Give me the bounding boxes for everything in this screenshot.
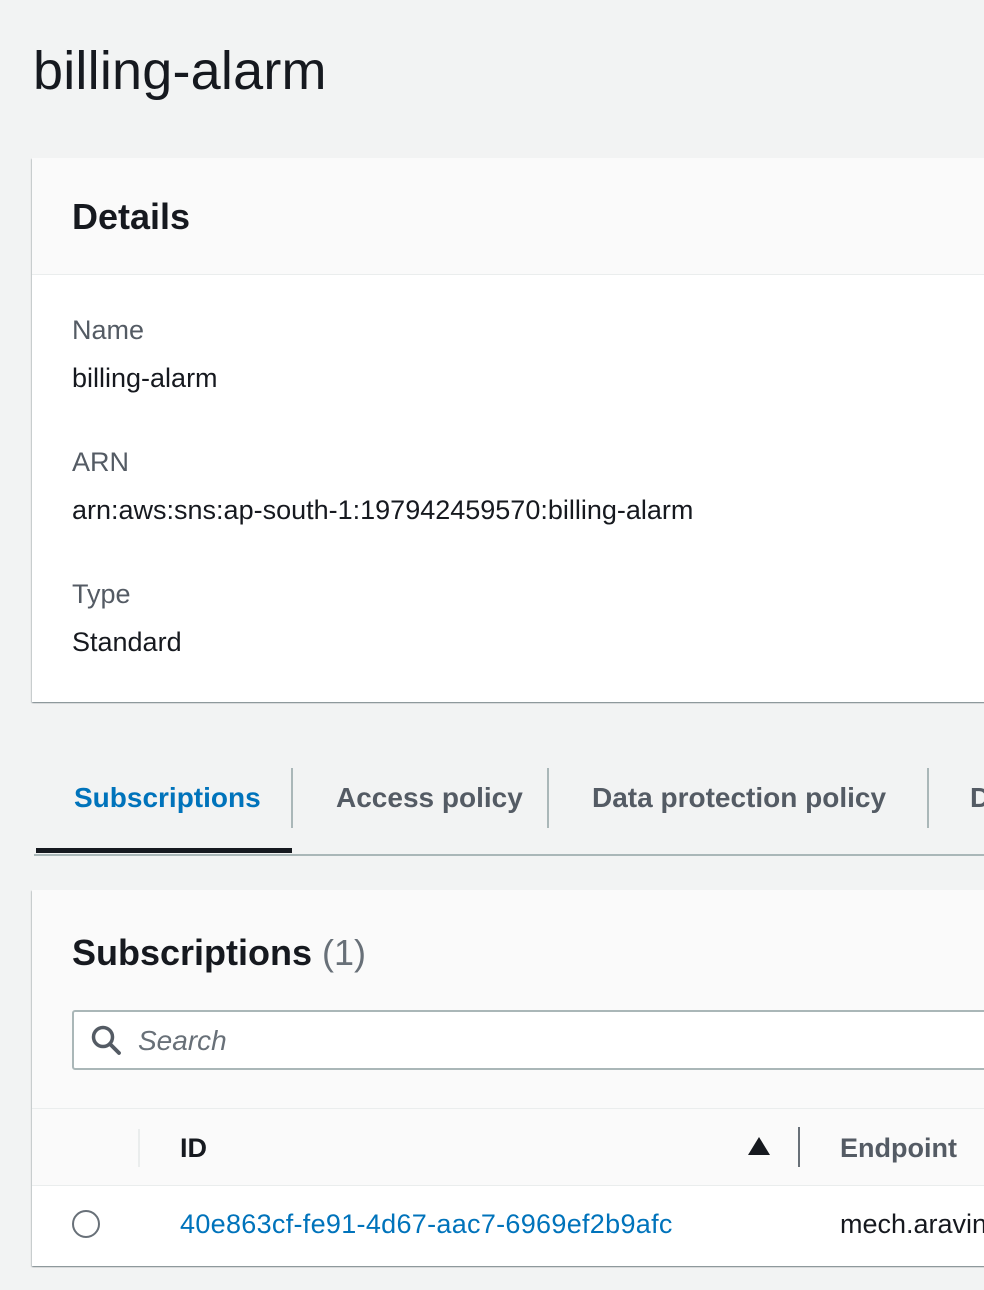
tab-divider	[291, 768, 293, 828]
subscriptions-heading: Subscriptions (1)	[72, 932, 366, 974]
tab-truncated[interactable]: D	[970, 766, 984, 830]
details-header: Details	[32, 158, 984, 275]
table-header: ID Endpoint	[32, 1108, 984, 1186]
search-input[interactable]	[136, 1018, 984, 1064]
tab-divider	[547, 768, 549, 828]
subscriptions-panel: Subscriptions(1) ID Endpoint 40e863cf-fe…	[32, 890, 984, 1266]
tab-subscriptions[interactable]: Subscriptions	[74, 766, 261, 830]
subscriptions-count: (1)	[322, 932, 367, 973]
active-tab-indicator	[36, 848, 292, 853]
tab-bar: Subscriptions Access policy Data protect…	[34, 766, 984, 856]
detail-name: Name billing-alarm	[72, 312, 218, 396]
column-header-endpoint[interactable]: Endpoint	[840, 1109, 957, 1187]
subscription-endpoint: mech.aravin	[840, 1209, 984, 1239]
table-row[interactable]: 40e863cf-fe91-4d67-aac7-6969ef2b9afc mec…	[32, 1186, 984, 1266]
sort-ascending-icon[interactable]	[748, 1137, 770, 1155]
page: billing-alarm Details Name billing-alarm…	[0, 0, 984, 1290]
page-title: billing-alarm	[33, 41, 327, 101]
details-panel: Details Name billing-alarm ARN arn:aws:s…	[32, 158, 984, 702]
detail-type: Type Standard	[72, 576, 182, 660]
detail-type-value: Standard	[72, 627, 182, 657]
detail-name-value: billing-alarm	[72, 363, 218, 393]
search-icon	[91, 1025, 121, 1055]
subscriptions-header: Subscriptions (1)	[32, 890, 984, 1108]
row-select-radio[interactable]	[72, 1210, 100, 1238]
details-heading: Details	[72, 196, 191, 237]
subscriptions-title: Subscriptions	[72, 932, 313, 973]
search-field[interactable]	[72, 1010, 984, 1070]
column-divider	[138, 1129, 140, 1167]
detail-arn-label: ARN	[72, 447, 130, 477]
column-resizer[interactable]	[798, 1127, 800, 1167]
detail-arn: ARN arn:aws:sns:ap-south-1:197942459570:…	[72, 444, 693, 528]
tab-access-policy[interactable]: Access policy	[336, 766, 523, 830]
detail-type-label: Type	[72, 579, 131, 609]
detail-name-label: Name	[72, 315, 145, 345]
subscription-id-link[interactable]: 40e863cf-fe91-4d67-aac7-6969ef2b9afc	[180, 1186, 673, 1262]
detail-arn-value: arn:aws:sns:ap-south-1:197942459570:bill…	[72, 495, 694, 525]
tab-divider	[927, 768, 929, 828]
tab-data-protection-policy[interactable]: Data protection policy	[592, 766, 886, 830]
column-header-id[interactable]: ID	[180, 1109, 207, 1187]
